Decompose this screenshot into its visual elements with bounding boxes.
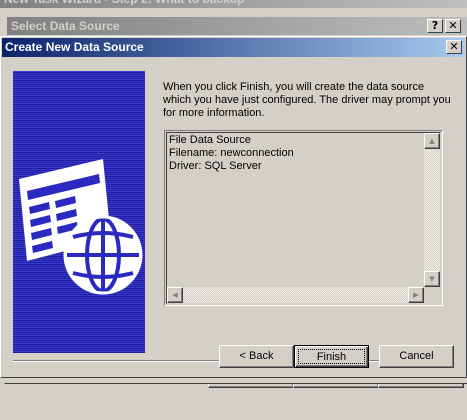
scroll-left-icon[interactable]: ◀ xyxy=(167,287,183,303)
back-button[interactable]: < Back xyxy=(219,345,294,368)
help-button[interactable]: ? xyxy=(427,19,443,33)
select-data-source-title: Select Data Source ? ✕ xyxy=(7,17,467,35)
summary-box-inner: File Data Source Filename: newconnection… xyxy=(166,132,441,304)
wizard-banner-image xyxy=(13,71,145,353)
summary-text: File Data Source Filename: newconnection… xyxy=(169,134,294,172)
cancel-button[interactable]: Cancel xyxy=(379,345,454,368)
create-new-data-source-dialog: Create New Data Source ✕ When you click … xyxy=(0,36,467,378)
scroll-down-icon[interactable]: ▼ xyxy=(424,271,440,287)
scroll-up-icon[interactable]: ▲ xyxy=(424,133,440,149)
new-task-wizard-title: New Task Wizard - Step 2: What to backup xyxy=(0,0,467,8)
database-globe-icon xyxy=(19,159,143,295)
horizontal-scrollbar[interactable]: ◀ ▶ xyxy=(167,287,424,303)
dialog-close-button[interactable]: ✕ xyxy=(446,40,462,54)
dialog-description: When you click Finish, you will create t… xyxy=(163,81,451,119)
finish-button-label: Finish xyxy=(298,349,365,364)
finish-button[interactable]: Finish xyxy=(294,345,369,368)
scroll-right-icon[interactable]: ▶ xyxy=(408,287,424,303)
scroll-corner xyxy=(424,287,440,303)
data-source-summary-box[interactable]: File Data Source Filename: newconnection… xyxy=(164,130,443,306)
vertical-scrollbar[interactable]: ▲ ▼ xyxy=(424,133,440,287)
dialog-titlebar: Create New Data Source ✕ xyxy=(2,38,465,57)
dialog-title: Create New Data Source xyxy=(5,40,144,54)
select-data-source-title-text: Select Data Source xyxy=(11,19,120,33)
close-button[interactable]: ✕ xyxy=(445,19,461,33)
